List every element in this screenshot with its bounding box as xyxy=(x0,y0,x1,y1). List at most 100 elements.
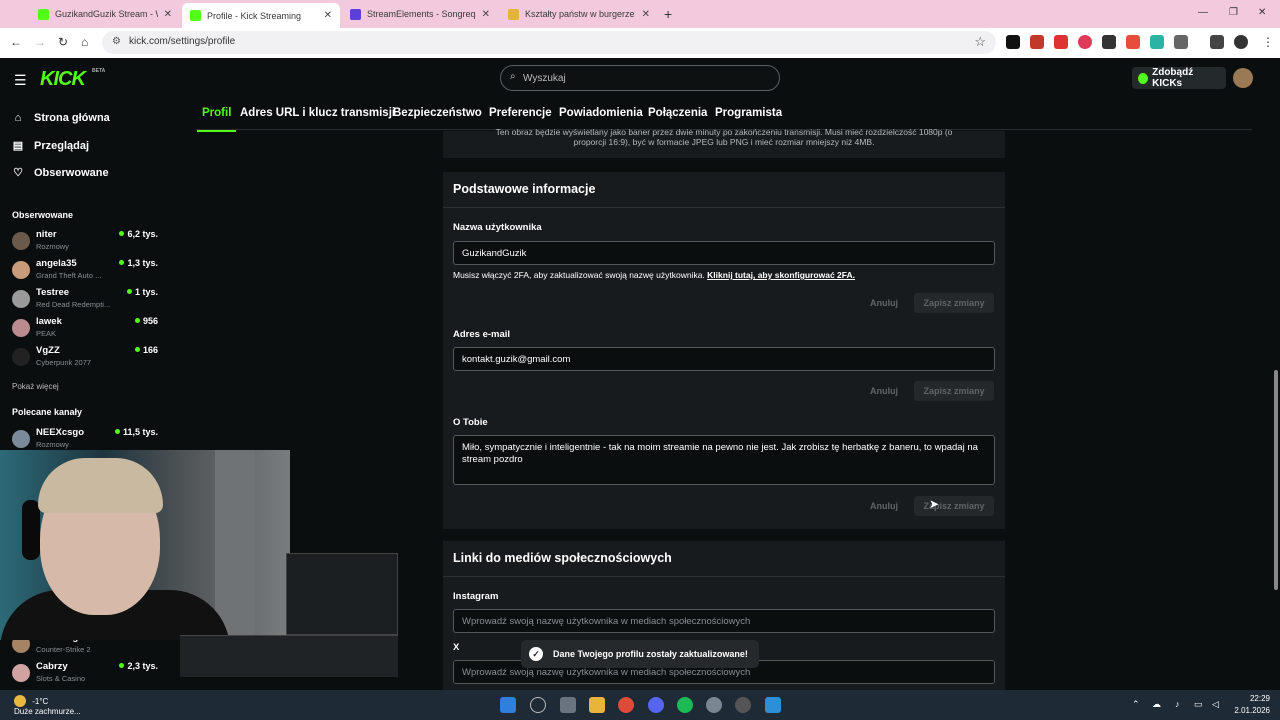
back-icon[interactable]: ← xyxy=(10,35,22,49)
extensions-puzzle-icon[interactable] xyxy=(1174,35,1188,49)
browser-tab-strip: GuzikandGuzik Stream - Watch ✕ Profile -… xyxy=(0,0,1280,28)
show-more-link[interactable]: Pokaż więcej xyxy=(12,382,59,391)
close-icon[interactable]: ✕ xyxy=(642,9,650,20)
tab-profile[interactable]: Profil xyxy=(196,107,237,132)
forward-icon[interactable]: → xyxy=(34,35,46,49)
setup-2fa-link[interactable]: Kliknij tutaj, aby skonfigurować 2FA. xyxy=(707,270,855,280)
tab-security[interactable]: Bezpieczeństwo xyxy=(393,107,482,119)
close-icon[interactable]: ✕ xyxy=(164,9,172,20)
tray-chevron-icon[interactable]: ⌃ xyxy=(1132,699,1140,710)
followed-channel[interactable]: lawek PEAK 956 xyxy=(12,316,162,344)
sidebar-item-browse[interactable]: ▤ Przeglądaj xyxy=(12,139,89,153)
username-field[interactable]: GuzikandGuzik xyxy=(453,241,995,265)
screen-capture-strip xyxy=(180,635,398,677)
cloud-icon[interactable]: ☁ xyxy=(1152,699,1161,710)
viewer-count: 166 xyxy=(134,345,158,355)
browser-tab-active[interactable]: Profile - Kick Streaming ✕ xyxy=(182,3,340,28)
page-scrollbar[interactable] xyxy=(1272,100,1280,690)
bio-textarea[interactable]: Miło, sympatycznie i inteligentnie - tak… xyxy=(453,435,995,485)
browser-tab[interactable]: Kształty państw w burgerze ✕ xyxy=(500,3,658,25)
extension-icon[interactable] xyxy=(1006,35,1020,49)
live-dot-icon xyxy=(134,347,140,352)
followed-channel[interactable]: VgZZ Cyberpunk 2077 166 xyxy=(12,345,162,373)
followed-channel[interactable]: angela35 Grand Theft Auto ... 1,3 tys. xyxy=(12,258,162,286)
address-bar[interactable]: ⚙ kick.com/settings/profile ☆ xyxy=(102,31,996,54)
cancel-button[interactable]: Anuluj xyxy=(870,501,898,511)
save-button[interactable]: Zapisz zmiany xyxy=(914,293,994,313)
tab-preferences[interactable]: Preferencje xyxy=(489,107,552,119)
site-info-icon[interactable]: ⚙ xyxy=(112,36,121,47)
user-avatar[interactable] xyxy=(1233,68,1253,88)
webcam-overlay xyxy=(0,450,290,640)
email-field[interactable]: kontakt.guzik@gmail.com xyxy=(453,347,995,371)
extension-icon[interactable] xyxy=(1030,35,1044,49)
success-toast: ✓ Dane Twojego profilu zostały zaktualiz… xyxy=(521,640,759,668)
save-button[interactable]: Zapisz zmiany xyxy=(914,381,994,401)
sidebar-item-following[interactable]: ♡ Obserwowane xyxy=(12,166,109,180)
tab-stream-url-key[interactable]: Adres URL i klucz transmisji xyxy=(240,107,395,119)
scrollbar-thumb[interactable] xyxy=(1274,370,1278,590)
minimize-icon[interactable]: — xyxy=(1198,7,1208,18)
browser-tab[interactable]: StreamElements - Songrequest ✕ xyxy=(342,3,498,25)
email-label: Adres e-mail xyxy=(453,329,511,340)
profile-icon[interactable] xyxy=(1234,35,1248,49)
extension-icon[interactable] xyxy=(1150,35,1164,49)
followed-channel[interactable]: niter Rozmowy 6,2 tys. xyxy=(12,229,162,257)
live-dot-icon xyxy=(134,318,140,323)
tab-notifications[interactable]: Powiadomienia xyxy=(559,107,643,119)
start-icon[interactable] xyxy=(500,697,516,713)
discord-icon[interactable] xyxy=(648,697,664,713)
tab-connections[interactable]: Połączenia xyxy=(648,107,707,119)
close-window-icon[interactable]: ✕ xyxy=(1258,7,1266,18)
instagram-field[interactable]: Wprowadź swoją nazwę użytkownika w media… xyxy=(453,609,995,633)
reading-list-icon[interactable] xyxy=(1210,35,1224,49)
basic-info-title: Podstawowe informacje xyxy=(453,182,596,196)
weather-icon xyxy=(14,695,26,707)
network-icon[interactable]: ▭ xyxy=(1194,699,1203,710)
sidebar-item-home[interactable]: ⌂ Strona główna xyxy=(12,112,110,124)
search-input[interactable] xyxy=(523,70,763,86)
recommended-channel[interactable]: Cabrzy Slots & Casino 2,3 tys. xyxy=(12,661,162,689)
search-icon: ⌕ xyxy=(510,71,516,82)
bookmark-star-icon[interactable]: ☆ xyxy=(974,34,986,50)
save-button[interactable]: Zapisz zmiany xyxy=(914,496,994,516)
volume-icon[interactable]: ◁ xyxy=(1212,699,1219,710)
kick-favicon-icon xyxy=(38,8,49,20)
live-dot-icon xyxy=(119,231,125,236)
weather-widget[interactable]: -1°C Duże zachmurze... xyxy=(14,695,81,716)
get-kicks-button[interactable]: Zdobądź KICKs xyxy=(1132,67,1226,89)
settings-icon[interactable] xyxy=(706,697,722,713)
kick-logo[interactable]: KICK xyxy=(40,68,86,91)
x-label: X xyxy=(453,642,460,653)
extension-icon[interactable] xyxy=(1102,35,1116,49)
file-explorer-icon[interactable] xyxy=(589,697,605,713)
followed-channel[interactable]: Testree Red Dead Redempti... 1 tys. xyxy=(12,287,162,315)
mic-icon[interactable]: ♪ xyxy=(1175,699,1180,709)
cancel-button[interactable]: Anuluj xyxy=(870,298,898,308)
cancel-button[interactable]: Anuluj xyxy=(870,386,898,396)
new-tab-icon[interactable]: + xyxy=(664,6,672,22)
home-icon[interactable]: ⌂ xyxy=(81,35,88,49)
search-icon[interactable] xyxy=(530,697,546,713)
kick-favicon-icon xyxy=(190,10,201,21)
extension-icon[interactable] xyxy=(1054,35,1068,49)
chrome-icon[interactable] xyxy=(618,697,634,713)
reload-icon[interactable]: ↻ xyxy=(58,35,68,49)
app-icon[interactable] xyxy=(765,697,781,713)
spotify-icon[interactable] xyxy=(677,697,693,713)
tab-developer[interactable]: Programista xyxy=(715,107,782,119)
clock[interactable]: 22:29 2.01.2026 xyxy=(1224,693,1270,717)
extension-icon[interactable] xyxy=(1126,35,1140,49)
hamburger-menu-icon[interactable]: ☰ xyxy=(14,72,27,89)
close-icon[interactable]: ✕ xyxy=(482,9,490,20)
obs-icon[interactable] xyxy=(735,697,751,713)
browser-tab[interactable]: GuzikandGuzik Stream - Watch ✕ xyxy=(30,3,180,25)
close-icon[interactable]: ✕ xyxy=(324,10,332,21)
browser-menu-icon[interactable]: ⋮ xyxy=(1262,35,1274,49)
search-box[interactable]: ⌕ xyxy=(500,65,780,91)
divider xyxy=(443,576,1005,577)
extension-icon[interactable] xyxy=(1078,35,1092,49)
channel-avatar xyxy=(12,232,30,250)
maximize-icon[interactable]: ❐ xyxy=(1229,7,1238,18)
task-view-icon[interactable] xyxy=(560,697,576,713)
